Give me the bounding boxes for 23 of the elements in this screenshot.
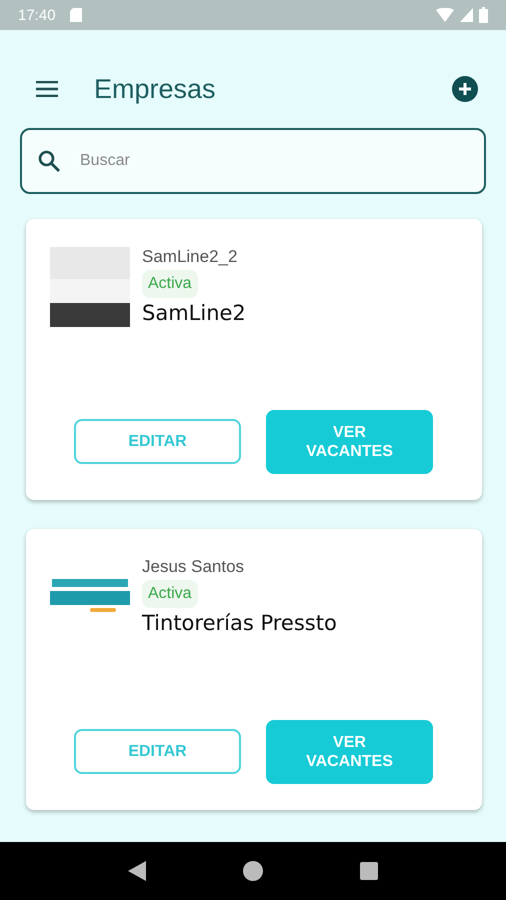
view-vacancies-button[interactable]: VER VACANTES: [266, 410, 433, 474]
owner-name: Jesus Santos: [142, 557, 244, 577]
wifi-icon: [436, 8, 454, 22]
back-icon[interactable]: [128, 861, 146, 881]
search-icon: [38, 150, 60, 172]
signal-icon: [460, 8, 473, 22]
status-badge: Activa: [142, 580, 198, 608]
company-name: SamLine2: [142, 301, 246, 325]
owner-name: SamLine2_2: [142, 247, 238, 267]
edit-button[interactable]: EDITAR: [74, 419, 241, 464]
company-name: Tintorerías Pressto: [142, 611, 337, 635]
home-icon[interactable]: [242, 861, 263, 881]
page-title: Empresas: [94, 74, 216, 104]
battery-icon: [479, 7, 488, 23]
edit-button[interactable]: EDITAR: [74, 729, 241, 774]
view-vacancies-button[interactable]: VER VACANTES: [266, 720, 433, 784]
recents-icon[interactable]: [360, 862, 378, 880]
search-field[interactable]: Buscar: [20, 128, 486, 194]
status-time: 17:40: [18, 6, 56, 24]
status-badge: Activa: [142, 270, 198, 298]
add-icon[interactable]: [452, 76, 478, 102]
sd-card-icon: [70, 8, 82, 22]
menu-icon[interactable]: [36, 81, 58, 97]
